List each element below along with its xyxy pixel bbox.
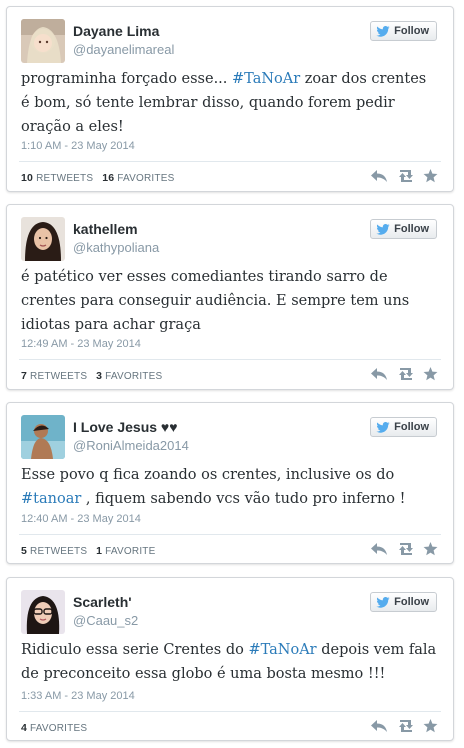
divider xyxy=(19,359,441,360)
avatar[interactable] xyxy=(21,415,65,459)
favorites-label[interactable]: FAVORITE xyxy=(105,546,155,557)
tweet-stats: 7 RETWEETS 3 FAVORITES xyxy=(21,370,162,382)
tweet-card: Dayane Lima @dayanelimareal Follow progr… xyxy=(6,6,454,192)
user-handle[interactable]: @dayanelimareal xyxy=(73,42,174,57)
tweet-actions xyxy=(371,719,439,733)
tweet-actions xyxy=(371,367,439,381)
avatar[interactable] xyxy=(21,19,65,63)
avatar[interactable] xyxy=(21,217,65,261)
tweet-actions xyxy=(371,542,439,556)
favorites-count[interactable]: 1 xyxy=(96,545,102,557)
twitter-bird-icon xyxy=(376,223,390,235)
timestamp[interactable]: 12:40 AM - 23 May 2014 xyxy=(21,513,141,525)
follow-button[interactable]: Follow xyxy=(370,219,437,239)
favorite-star-icon[interactable] xyxy=(423,542,439,556)
follow-button[interactable]: Follow xyxy=(370,417,437,437)
favorites-count[interactable]: 16 xyxy=(102,172,114,184)
timestamp[interactable]: 1:33 AM - 23 May 2014 xyxy=(21,690,135,702)
tweet-text: Esse povo q fica zoando os crentes, incl… xyxy=(21,467,406,507)
favorite-star-icon[interactable] xyxy=(423,719,439,733)
favorites-label[interactable]: FAVORITES xyxy=(117,173,174,184)
tweet-text: programinha forçado esse... #TaNoAr zoar… xyxy=(21,71,427,135)
follow-label: Follow xyxy=(394,223,429,235)
follow-label: Follow xyxy=(394,25,429,37)
favorites-label[interactable]: FAVORITES xyxy=(105,371,162,382)
follow-label: Follow xyxy=(394,421,429,433)
follow-button[interactable]: Follow xyxy=(370,21,437,41)
tweet-stats: 5 RETWEETS 1 FAVORITE xyxy=(21,545,155,557)
favorites-count[interactable]: 3 xyxy=(96,370,102,382)
user-name[interactable]: Dayane Lima xyxy=(73,23,159,39)
retweets-label[interactable]: RETWEETS xyxy=(30,546,87,557)
timestamp[interactable]: 1:10 AM - 23 May 2014 xyxy=(21,140,135,152)
retweet-icon[interactable] xyxy=(397,719,413,733)
hashtag-link[interactable]: #TaNoAr xyxy=(248,642,316,658)
tweet-actions xyxy=(371,169,439,183)
divider xyxy=(19,161,441,162)
twitter-bird-icon xyxy=(376,25,390,37)
retweets-label[interactable]: RETWEETS xyxy=(30,371,87,382)
user-handle[interactable]: @RoniAlmeida2014 xyxy=(73,438,189,453)
follow-label: Follow xyxy=(394,596,429,608)
tweet-stats: 10 RETWEETS 16 FAVORITES xyxy=(21,172,174,184)
timestamp[interactable]: 12:49 AM - 23 May 2014 xyxy=(21,338,141,350)
user-name[interactable]: I Love Jesus ♥♥ xyxy=(73,419,178,435)
user-handle[interactable]: @kathypoliana xyxy=(73,240,159,255)
hashtag-link[interactable]: #tanoar xyxy=(21,491,81,507)
tweet-card: Scarleth' @Caau_s2 Follow Ridiculo essa … xyxy=(6,577,454,741)
retweet-icon[interactable] xyxy=(397,367,413,381)
divider xyxy=(19,534,441,535)
reply-icon[interactable] xyxy=(371,542,387,556)
favorites-count[interactable]: 4 xyxy=(21,722,27,734)
retweets-count[interactable]: 10 xyxy=(21,172,33,184)
reply-icon[interactable] xyxy=(371,719,387,733)
tweet-stats: 4 FAVORITES xyxy=(21,722,87,734)
avatar[interactable] xyxy=(21,590,65,634)
reply-icon[interactable] xyxy=(371,367,387,381)
retweet-icon[interactable] xyxy=(397,169,413,183)
reply-icon[interactable] xyxy=(371,169,387,183)
user-name[interactable]: Scarleth' xyxy=(73,594,132,610)
tweet-text: Ridiculo essa serie Crentes do #TaNoAr d… xyxy=(21,642,437,682)
follow-button[interactable]: Follow xyxy=(370,592,437,612)
retweets-count[interactable]: 5 xyxy=(21,545,27,557)
favorite-star-icon[interactable] xyxy=(423,169,439,183)
retweets-label[interactable]: RETWEETS xyxy=(36,173,93,184)
retweets-count[interactable]: 7 xyxy=(21,370,27,382)
tweet-text: é patético ver esses comediantes tirando… xyxy=(21,269,410,333)
favorites-label[interactable]: FAVORITES xyxy=(30,723,87,734)
hashtag-link[interactable]: #TaNoAr xyxy=(232,71,300,87)
tweet-card: kathellem @kathypoliana Follow é patétic… xyxy=(6,204,454,390)
retweet-icon[interactable] xyxy=(397,542,413,556)
twitter-bird-icon xyxy=(376,421,390,433)
favorite-star-icon[interactable] xyxy=(423,367,439,381)
user-handle[interactable]: @Caau_s2 xyxy=(73,613,138,628)
divider xyxy=(19,711,441,712)
tweet-card: I Love Jesus ♥♥ @RoniAlmeida2014 Follow … xyxy=(6,402,454,564)
user-name[interactable]: kathellem xyxy=(73,221,138,237)
twitter-bird-icon xyxy=(376,596,390,608)
